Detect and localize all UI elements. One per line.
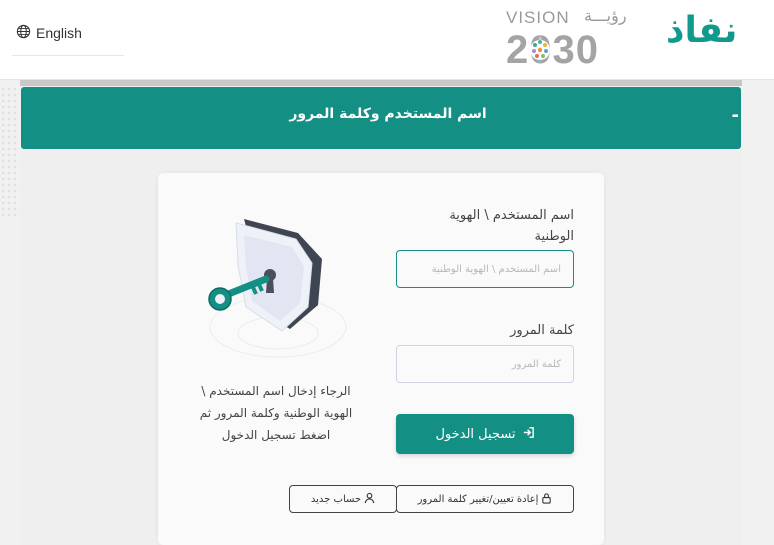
- username-label: اسم المستخدم \ الهوية الوطنية: [449, 208, 574, 244]
- vision-emblem-icon: [530, 36, 550, 63]
- decorative-pattern: [0, 86, 20, 216]
- collapse-icon[interactable]: -: [21, 105, 739, 126]
- user-icon: [364, 492, 375, 507]
- new-account-button[interactable]: حساب جديد: [289, 485, 397, 513]
- nafath-logo: نفاذ: [666, 10, 738, 51]
- divider: [12, 55, 124, 56]
- globe-icon: [16, 24, 31, 42]
- password-label: كلمة المرور: [510, 323, 574, 338]
- vision-year: 2030: [506, 28, 599, 72]
- lock-icon: [541, 492, 552, 507]
- shield-key-illustration: [208, 219, 347, 358]
- header-shadow: [20, 80, 742, 86]
- vision-arabic: رؤيـــة: [584, 6, 627, 25]
- language-label: English: [36, 25, 82, 41]
- top-header: English VISION رؤيـــة 2030 نفاذ: [0, 0, 774, 80]
- vision-word: VISION: [506, 8, 570, 27]
- password-input[interactable]: [396, 345, 574, 383]
- username-input[interactable]: [396, 250, 574, 288]
- reset-password-label: إعادة تعيين/تغيير كلمة المرور: [417, 493, 539, 505]
- vision-2030-logo: VISION رؤيـــة 2030: [506, 6, 636, 70]
- username-password-accordion[interactable]: اسم المستخدم وكلمة المرور -: [21, 87, 741, 149]
- login-button[interactable]: تسجيل الدخول: [396, 414, 574, 454]
- login-button-label: تسجيل الدخول: [435, 426, 516, 442]
- reset-password-button[interactable]: إعادة تعيين/تغيير كلمة المرور: [396, 485, 574, 513]
- new-account-label: حساب جديد: [310, 493, 362, 505]
- language-switch[interactable]: English: [16, 24, 82, 42]
- sign-in-icon: [522, 426, 535, 443]
- help-text: الرجاء إدخال اسم المستخدم \ الهوية الوطن…: [199, 384, 353, 442]
